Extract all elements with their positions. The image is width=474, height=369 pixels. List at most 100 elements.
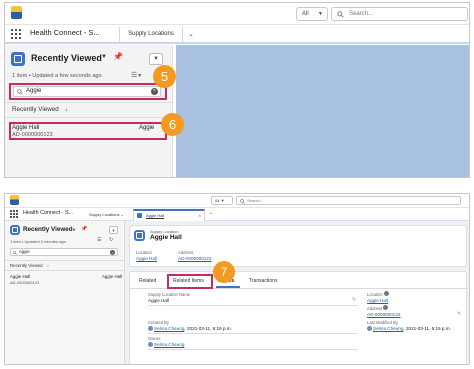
record-backdrop — [176, 45, 469, 177]
screenshot-list-search: All ▼ Search... Health Connect - S... Su… — [4, 2, 470, 178]
column-header-label: Recently Viewed — [10, 263, 43, 268]
created-by-user-link[interactable]: Selma Cheung — [154, 326, 184, 331]
field-label-last-modified-by: Last Modified By — [367, 320, 398, 325]
tab-related[interactable]: Related — [139, 278, 156, 284]
field-label-address: Address — [367, 306, 383, 311]
list-view-picker-icon[interactable]: ▼ — [101, 54, 107, 60]
display-as-icon[interactable]: ☰ — [97, 237, 101, 243]
avatar — [367, 326, 372, 331]
field-value-last-modified-by: Selma Cheung, 2021-03-11, 6:19 p.m. — [367, 326, 451, 331]
column-header-recently-viewed[interactable]: Recently Viewed ↓ — [10, 263, 49, 268]
chevron-down-icon: ▼ — [318, 11, 323, 17]
divider — [5, 260, 125, 261]
avatar — [148, 342, 153, 347]
field-divider — [148, 349, 358, 350]
list-actions-button[interactable]: ▼ — [109, 226, 118, 234]
info-icon — [383, 305, 388, 310]
field-value-location[interactable]: Aggie Hall — [367, 298, 388, 303]
global-header: All ▼ Search... — [5, 3, 469, 25]
global-search-placeholder: Search... — [247, 198, 264, 203]
highlight-label-location: Location — [136, 250, 152, 255]
field-value-supply-location-name: Aggie Hall — [148, 298, 169, 303]
field-label-owner: Owner — [148, 336, 161, 341]
avatar — [148, 326, 153, 331]
global-search-input[interactable]: Search... — [236, 196, 461, 205]
column-header-recently-viewed[interactable]: Recently Viewed ↓ — [12, 106, 68, 113]
chevron-down-icon[interactable]: ⌄ — [188, 30, 194, 38]
clear-icon[interactable]: × — [110, 250, 115, 255]
highlight-value-address[interactable]: AD-0000000123 — [178, 256, 211, 261]
step-badge-7: 7 — [213, 261, 235, 283]
global-header: All ▼ Search... — [5, 194, 469, 208]
field-label-created-by: Created By — [148, 320, 169, 325]
close-icon[interactable]: × — [199, 211, 201, 220]
divider — [5, 117, 173, 118]
org-logo — [11, 6, 22, 19]
list-actions-button[interactable]: ▼ — [149, 53, 163, 65]
sort-arrow-icon: ↓ — [64, 106, 68, 113]
app-name: Health Connect - S... — [30, 28, 100, 37]
list-item-right-label: Aggie Hall — [102, 274, 123, 279]
list-view-picker-icon[interactable]: ▼ — [72, 227, 76, 232]
record-header-card: Supply Location Aggie Hall Location Aggi… — [129, 225, 467, 267]
owner-user-link[interactable]: Selma Cheung — [154, 342, 184, 347]
divider — [5, 270, 125, 271]
list-item-name[interactable]: Aggie Hall — [10, 274, 30, 279]
field-divider — [148, 333, 358, 334]
list-search-input[interactable]: Aggie × — [10, 248, 118, 256]
highlight-value-location[interactable]: Aggie Hall — [136, 256, 157, 261]
tab-supply-locations[interactable]: Supply Locations — [119, 27, 183, 42]
search-icon — [337, 11, 344, 18]
field-label-supply-location-name: Supply Location Name — [148, 292, 191, 297]
highlight-list-item — [9, 122, 167, 140]
pin-icon[interactable]: 📌 — [113, 52, 123, 61]
tab-supply-locations[interactable]: Supply Locations ⌄ — [85, 209, 131, 220]
edit-icon[interactable]: ✎ — [352, 297, 356, 303]
list-view-title[interactable]: Recently Viewed — [23, 226, 73, 233]
display-as-icon[interactable]: ☰▼ — [131, 71, 142, 79]
last-modified-user-link[interactable]: Selma Cheung — [373, 326, 403, 331]
global-search-input[interactable]: Search... — [331, 7, 468, 21]
tab-label: Supply Locations — [89, 212, 120, 217]
search-scope-value: All — [215, 198, 220, 203]
tab-transactions[interactable]: Transactions — [249, 278, 277, 284]
field-value-address[interactable]: AD-0000000123 — [367, 312, 400, 317]
list-item-id: AD-0000000123 — [10, 280, 40, 285]
list-search-value: Aggie — [19, 249, 30, 254]
app-launcher-icon[interactable] — [11, 29, 21, 39]
list-view-title[interactable]: Recently Viewed — [31, 53, 102, 63]
app-launcher-icon[interactable] — [10, 210, 18, 218]
field-divider — [148, 305, 358, 306]
pin-icon[interactable]: 📌 — [81, 226, 87, 232]
app-nav-bar: Health Connect - S... Supply Locations ⌄… — [5, 208, 469, 221]
list-view-panel: Recently Viewed ▼ 📌 ▼ 1 item • Updated a… — [5, 45, 173, 177]
tab-aggie-hall[interactable]: Aggie Hall × — [133, 209, 205, 221]
highlight-related-items-tab — [167, 274, 213, 289]
supply-location-icon — [11, 52, 25, 66]
record-tab-icon — [137, 213, 142, 218]
column-header-label: Recently Viewed — [12, 106, 59, 113]
chevron-down-icon: ⌄ — [120, 212, 124, 217]
list-view-panel: Recently Viewed ▼ 📌 ▼ 1 item • Updated 5… — [5, 221, 125, 364]
list-view-subtitle: 1 item • Updated a few seconds ago — [12, 73, 102, 79]
record-title: Aggie Hall — [150, 234, 182, 241]
field-label-location: Location — [367, 292, 383, 297]
highlight-label-address: Address — [178, 250, 194, 255]
app-nav-bar: Health Connect - S... Supply Locations ⌄ — [5, 25, 469, 44]
chevron-down-icon: ▼ — [220, 198, 225, 203]
last-modified-date: 2021-03-11, 6:19 p.m. — [405, 326, 451, 331]
step-badge-6: 6 — [161, 113, 184, 136]
search-scope-select[interactable]: All ▼ — [211, 196, 233, 205]
screenshot-record-detail: All ▼ Search... Health Connect - S... Su… — [4, 193, 470, 365]
highlight-search-box — [9, 83, 167, 100]
chevron-down-icon[interactable]: ⌄ — [209, 210, 213, 216]
edit-icon[interactable]: ✎ — [457, 311, 461, 317]
app-name: Health Connect - S... — [23, 210, 74, 216]
list-item[interactable]: Aggie Hall AD-0000000123 Aggie Hall — [5, 273, 125, 287]
search-scope-select[interactable]: All ▼ — [296, 7, 328, 21]
refresh-icon[interactable]: ↻ — [109, 237, 113, 243]
field-value-created-by: Selma Cheung, 2021-03-11, 6:19 p.m. — [148, 326, 232, 331]
step-badge-5: 5 — [153, 65, 176, 88]
supply-location-icon — [134, 230, 145, 241]
search-icon — [13, 250, 17, 255]
